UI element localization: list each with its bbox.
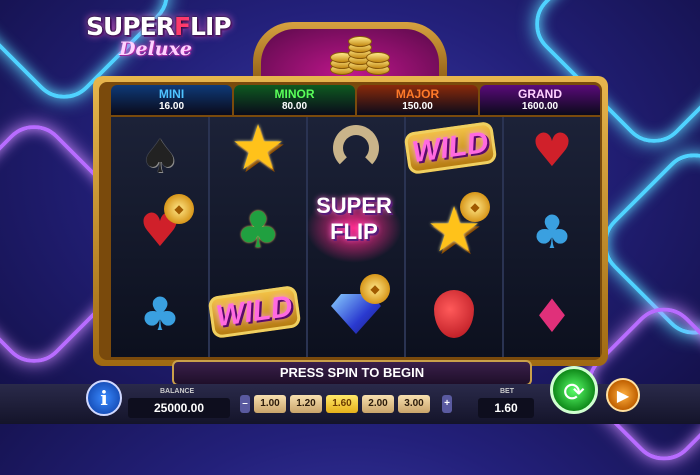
superflip-logo: SUPER FLIP xyxy=(306,193,402,263)
bet-option[interactable]: 2.00 xyxy=(362,395,394,413)
jackpot-value: 1600.00 xyxy=(521,101,559,112)
star-coin-icon: ★ ◆ xyxy=(414,192,494,266)
balance-value: 25000.00 xyxy=(128,398,230,418)
superflip-text: FLIP xyxy=(330,219,378,244)
wild-icon: WILD xyxy=(207,276,301,348)
logo-text: LIP xyxy=(190,12,232,41)
clover-icon: ♣ xyxy=(235,201,281,259)
autoplay-button[interactable]: ▶ xyxy=(606,378,640,412)
wild-icon: WILD xyxy=(403,112,497,184)
horseshoe-icon xyxy=(316,112,396,184)
wild-text: WILD xyxy=(403,121,497,175)
jackpot-name: MINOR xyxy=(274,87,315,101)
wild-text: WILD xyxy=(207,285,301,339)
heart-icon: ♥ xyxy=(531,123,573,177)
club-icon: ♣ xyxy=(139,287,181,341)
strawberry-icon xyxy=(414,278,494,350)
message-bar: PRESS SPIN TO BEGIN xyxy=(172,360,532,386)
bet-decrease-button[interactable]: – xyxy=(240,395,250,413)
bet-increase-button[interactable]: + xyxy=(442,395,452,413)
info-button[interactable]: i xyxy=(86,380,122,416)
logo-subtitle: Deluxe xyxy=(119,38,193,60)
jackpot-name: MAJOR xyxy=(395,87,440,101)
star-icon: ★ xyxy=(230,111,286,184)
bet-option[interactable]: 3.00 xyxy=(398,395,430,413)
jackpot-name: GRAND xyxy=(518,87,562,101)
jackpot-mini: MINI 16.00 xyxy=(111,85,232,115)
game-logo: SUPERFLIP Deluxe xyxy=(86,12,246,62)
coin-stack-icon xyxy=(328,30,390,76)
bet-label: BET xyxy=(500,388,514,395)
jackpot-value: 150.00 xyxy=(402,101,433,112)
bet-value: 1.60 xyxy=(478,398,534,418)
reel-divider xyxy=(502,117,504,357)
jackpot-grand: GRAND 1600.00 xyxy=(480,85,600,115)
reel-divider xyxy=(208,117,210,357)
balance-label: BALANCE xyxy=(160,388,195,395)
club-icon: ♣ xyxy=(531,205,573,259)
superflip-text: SUPER xyxy=(316,193,392,218)
heart-coin-icon: ♥ ◆ xyxy=(120,194,200,266)
spade-icon: ♠ xyxy=(139,129,181,183)
diamond-coin-icon: ◆ xyxy=(316,274,396,350)
bet-option-selected[interactable]: 1.60 xyxy=(326,395,358,413)
bet-option[interactable]: 1.20 xyxy=(290,395,322,413)
logo-text: F xyxy=(173,12,191,41)
diamond-suit-icon: ♦ xyxy=(531,289,573,343)
jackpot-value: 16.00 xyxy=(158,101,185,112)
spin-button[interactable]: ⟳ xyxy=(550,366,598,414)
jackpot-major: MAJOR 150.00 xyxy=(357,85,478,115)
bet-option[interactable]: 1.00 xyxy=(254,395,286,413)
logo-text: SUPER xyxy=(86,12,175,41)
jackpot-name: MINI xyxy=(158,87,185,101)
